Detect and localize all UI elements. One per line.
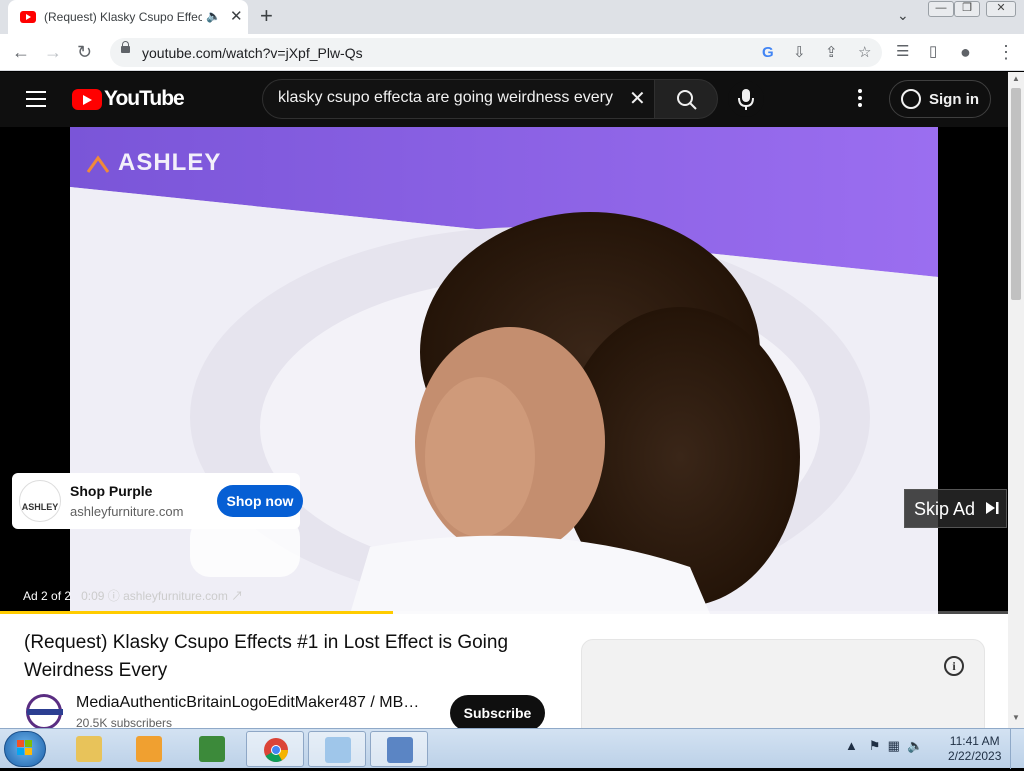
search-box[interactable]: ✕ bbox=[262, 79, 655, 119]
reload-icon[interactable]: ↻ bbox=[77, 42, 92, 62]
bookmark-star-icon[interactable]: ☆ bbox=[858, 43, 871, 61]
scroll-up-arrow-icon[interactable]: ▲ bbox=[1012, 74, 1020, 83]
youtube-wordmark[interactable]: YouTube bbox=[104, 87, 185, 111]
install-app-icon[interactable]: ⇩ bbox=[793, 43, 806, 61]
scrollbar-thumb[interactable] bbox=[1011, 88, 1021, 300]
minimize-button[interactable]: — bbox=[928, 1, 954, 17]
tray-arrow-icon[interactable]: ▲ bbox=[845, 738, 858, 753]
subscribe-button[interactable]: Subscribe bbox=[450, 695, 545, 731]
ad-brand-logo: ASHLEY bbox=[118, 149, 222, 176]
companion-ad-card[interactable]: i bbox=[581, 639, 985, 739]
file-explorer-icon bbox=[76, 736, 102, 762]
back-arrow-icon[interactable]: ← bbox=[12, 42, 30, 62]
shop-now-button[interactable]: Shop now bbox=[217, 485, 303, 517]
csharp-icon bbox=[199, 736, 225, 762]
youtube-favicon-icon bbox=[20, 11, 36, 23]
account-circle-icon bbox=[901, 89, 921, 109]
skip-ad-button[interactable]: Skip Ad bbox=[904, 489, 1007, 528]
microphone-icon bbox=[738, 89, 754, 110]
google-lens-icon[interactable]: G bbox=[762, 44, 774, 61]
paint-icon bbox=[325, 737, 351, 763]
action-center-icon[interactable]: ⚑ bbox=[869, 738, 881, 753]
ad-time: 0:09 bbox=[81, 589, 105, 603]
browser-toolbar: ← → ↻ youtube.com/watch?v=jXpf_Plw-Qs G … bbox=[0, 34, 1024, 71]
taskbar-clock[interactable]: 11:41 AM 2/22/2023 bbox=[948, 734, 1001, 764]
keyboard-icon bbox=[387, 737, 413, 763]
lock-icon[interactable] bbox=[121, 41, 130, 53]
scroll-down-arrow-icon[interactable]: ▼ bbox=[1012, 713, 1020, 722]
ad-info-bar: Ad 2 of 2 0:09 ⓘ ashleyfurniture.com ↗ bbox=[23, 587, 243, 604]
advertiser-avatar: ASHLEY bbox=[19, 480, 61, 522]
ad-counter: Ad 2 of 2 bbox=[23, 589, 72, 603]
watch-metadata: (Request) Klasky Csupo Effects #1 in Los… bbox=[0, 614, 1008, 739]
clear-search-icon[interactable]: ✕ bbox=[629, 86, 646, 111]
channel-name[interactable]: MediaAuthenticBritainLogoEditMaker487 / … bbox=[76, 694, 426, 712]
start-button[interactable] bbox=[4, 731, 46, 767]
taskbar-csharp[interactable] bbox=[183, 731, 241, 767]
youtube-header: YouTube ✕ Sign in bbox=[0, 72, 1008, 127]
clock-date: 2/22/2023 bbox=[948, 749, 1002, 763]
share-icon[interactable]: ⇪ bbox=[825, 43, 838, 61]
sign-in-label: Sign in bbox=[929, 91, 979, 108]
ad-card-domain[interactable]: ashleyfurniture.com bbox=[70, 504, 183, 519]
media-player-icon bbox=[136, 736, 162, 762]
voice-search-button[interactable] bbox=[728, 81, 764, 117]
search-button[interactable] bbox=[654, 79, 718, 119]
youtube-logo-icon[interactable] bbox=[72, 89, 102, 110]
profile-icon[interactable]: ● bbox=[960, 42, 971, 62]
taskbar-chrome[interactable] bbox=[246, 731, 304, 767]
new-tab-button[interactable]: + bbox=[260, 4, 273, 28]
address-bar[interactable]: youtube.com/watch?v=jXpf_Plw-Qs G ⇩ ⇪ ☆ bbox=[110, 38, 882, 67]
ad-video-scene bbox=[70, 127, 938, 614]
ad-overlay-card[interactable]: ASHLEY Shop Purple ashleyfurniture.com S… bbox=[12, 473, 303, 529]
show-desktop-button[interactable] bbox=[1010, 729, 1024, 769]
windows-taskbar: ▲ ⚑ ▦ 🔈 11:41 AM 2/22/2023 bbox=[0, 728, 1024, 769]
settings-kebab-icon[interactable] bbox=[858, 89, 864, 110]
tab-title: (Request) Klasky Csupo Effects #1 in Los… bbox=[44, 10, 202, 24]
browser-tab-strip: (Request) Klasky Csupo Effects #1 in Los… bbox=[0, 0, 1024, 34]
search-input[interactable] bbox=[278, 89, 618, 107]
reading-list-icon[interactable]: ☰ bbox=[896, 42, 909, 62]
browser-tab-active[interactable]: (Request) Klasky Csupo Effects #1 in Los… bbox=[8, 0, 248, 34]
ad-domain-link[interactable]: ashleyfurniture.com bbox=[123, 589, 228, 603]
chrome-menu-icon[interactable]: ⋮ bbox=[997, 42, 1015, 62]
search-icon bbox=[677, 90, 697, 110]
volume-icon[interactable]: 🔈 bbox=[907, 738, 923, 753]
taskbar-keyboard[interactable] bbox=[370, 731, 428, 767]
video-player[interactable]: ASHLEY bbox=[0, 127, 1008, 614]
channel-avatar[interactable] bbox=[26, 694, 63, 730]
speaker-icon[interactable]: 🔈 bbox=[206, 9, 221, 23]
sign-in-button[interactable]: Sign in bbox=[889, 80, 991, 118]
ad-video-frame[interactable] bbox=[70, 127, 938, 614]
ad-info-icon[interactable]: ⓘ bbox=[108, 589, 120, 603]
video-title: (Request) Klasky Csupo Effects #1 in Los… bbox=[24, 632, 509, 681]
url-text[interactable]: youtube.com/watch?v=jXpf_Plw-Qs bbox=[142, 45, 363, 61]
network-icon[interactable]: ▦ bbox=[888, 738, 900, 753]
external-link-icon: ↗ bbox=[231, 589, 244, 603]
tab-search-chevron-icon[interactable]: ⌄ bbox=[897, 7, 909, 24]
guide-menu-icon[interactable] bbox=[26, 91, 46, 107]
skip-ad-label: Skip Ad bbox=[914, 499, 976, 519]
taskbar-media-player[interactable] bbox=[120, 731, 178, 767]
info-icon[interactable]: i bbox=[944, 656, 964, 676]
chrome-icon bbox=[264, 738, 288, 763]
restore-button[interactable]: ❐ bbox=[954, 1, 980, 17]
tab-close-icon[interactable]: ✕ bbox=[230, 7, 243, 25]
clock-time: 11:41 AM bbox=[949, 734, 1000, 748]
window-close-button[interactable]: ✕ bbox=[986, 1, 1016, 17]
skip-next-icon bbox=[986, 502, 999, 514]
taskbar-paint[interactable] bbox=[308, 731, 366, 767]
system-tray: ▲ ⚑ ▦ 🔈 bbox=[845, 738, 923, 754]
taskbar-file-explorer[interactable] bbox=[60, 731, 118, 767]
ashley-house-icon bbox=[86, 155, 110, 173]
windows-logo-icon bbox=[17, 740, 32, 755]
side-panel-icon[interactable]: ▯ bbox=[929, 42, 937, 62]
page-scrollbar[interactable]: ▲ ▼ bbox=[1008, 72, 1024, 728]
ad-card-title[interactable]: Shop Purple bbox=[70, 483, 152, 499]
forward-arrow-icon[interactable]: → bbox=[44, 42, 62, 62]
